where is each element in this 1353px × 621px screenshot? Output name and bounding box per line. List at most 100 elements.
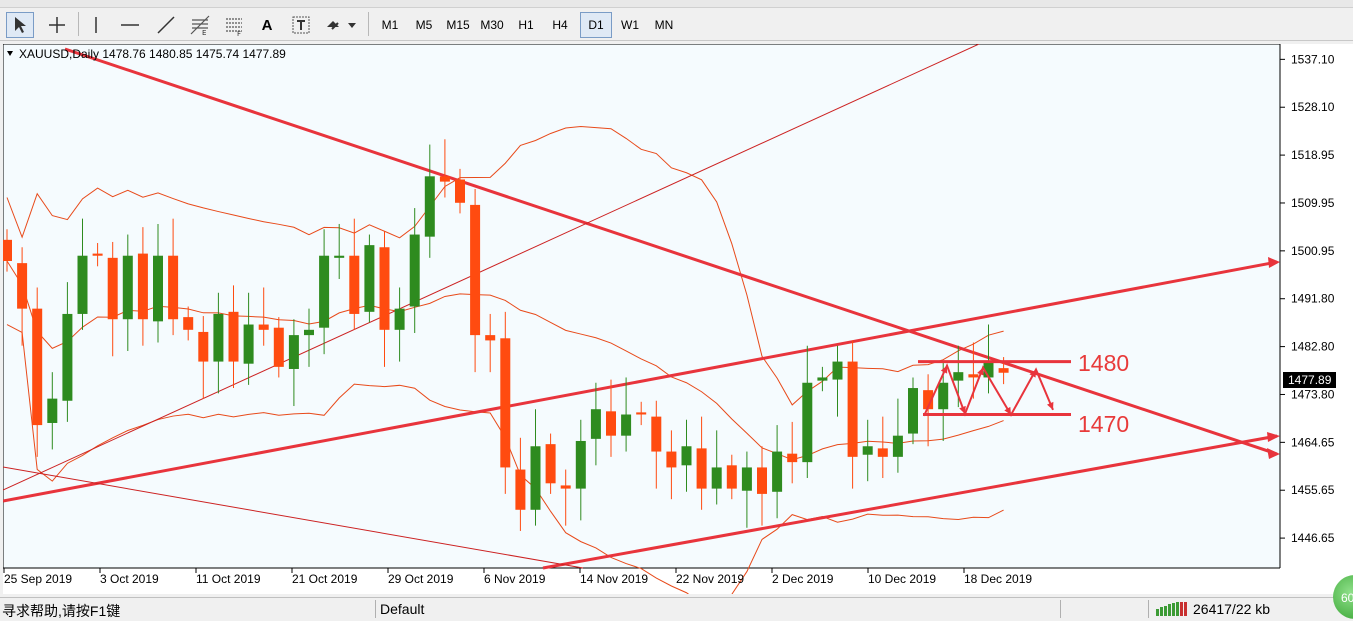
date-tick-label: 14 Nov 2019 [580,572,648,586]
vertical-line-tool-button[interactable] [84,12,108,38]
candle-body [228,311,239,362]
candle-body [621,414,632,436]
candle-body [3,239,12,262]
timeframe-h1-button[interactable]: H1 [510,12,542,38]
timeframe-m5-button[interactable]: M5 [408,12,440,38]
timeframe-m15-button[interactable]: M15 [442,12,474,38]
candle-body [153,255,163,322]
candle-body [802,382,813,463]
candle-body [243,324,254,364]
candle-body [258,324,269,330]
price-tick-label: 1491.80 [1291,292,1335,306]
price-tick-label: 1528.10 [1291,100,1335,114]
price-chart[interactable]: 1537.10 1528.10 1518.95 1509.95 1500.95 1491.… [3,44,1353,594]
price-axis-area [1280,44,1353,594]
candle-body [349,255,360,314]
candle-body [787,453,798,463]
speed-ball-value: 60 [1341,591,1353,605]
candle-body [862,446,873,455]
plot-area [3,44,1281,569]
timeframe-mn-button[interactable]: MN [648,12,680,38]
trendline-tool-button[interactable] [152,12,180,38]
timeframe-m1-button[interactable]: M1 [374,12,406,38]
timeframe-d1-button[interactable]: D1 [580,12,612,38]
candle-body [439,176,450,182]
status-divider [1148,600,1149,618]
text-label-tool-button[interactable] [288,12,314,38]
timeframe-w1-button[interactable]: W1 [614,12,646,38]
candle-body [892,435,903,457]
candle-body [666,451,677,468]
status-profile: Default [380,601,425,617]
candle-body [651,416,662,452]
candle-body [92,253,103,256]
candle-body [636,412,647,415]
timeframe-label: M30 [480,18,504,32]
candle-body [424,176,435,237]
timeframe-m30-button[interactable]: M30 [476,12,508,38]
text-label-icon [292,16,310,34]
timeframe-label: H1 [518,18,534,32]
text-tool-button[interactable]: A [254,12,280,38]
candle-body [62,313,73,401]
candle-body [107,257,118,320]
cursor-tool-button[interactable] [6,12,34,38]
current-price-label: 1477.89 [1288,373,1332,387]
candle-body [877,448,888,457]
candle-body [847,361,858,457]
date-tick-label: 25 Sep 2019 [4,572,72,586]
date-tick-label: 11 Oct 2019 [196,572,261,586]
candle-body [334,255,345,258]
candle-body [17,263,28,309]
candle-body [500,338,511,468]
candle-body [319,255,330,328]
status-divider [375,600,376,618]
candle-body [455,179,465,203]
candle-body [938,382,949,410]
candle-body [681,446,692,466]
arrows-icon [327,21,356,30]
status-traffic: 26417/22 kb [1193,601,1271,617]
price-tick-label: 1518.95 [1291,148,1335,162]
date-tick-label: 10 Dec 2019 [868,572,936,586]
candle-body [304,329,314,336]
svg-text:F: F [237,30,241,36]
date-tick-label: 18 Dec 2019 [964,572,1032,586]
fibonacci-tool-button[interactable]: E [186,12,214,38]
timeframe-label: H4 [552,18,568,32]
candle-body [32,308,43,426]
candle-body [560,485,571,489]
timeframe-label: D1 [588,18,604,32]
horizontal-line-tool-button[interactable] [116,12,144,38]
date-axis-labels: 25 Sep 2019 3 Oct 2019 11 Oct 2019 21 Oct 2… [3,568,1032,586]
status-help-text: 寻求帮助,请按F1键 [2,603,121,619]
arrows-tool-button[interactable] [322,12,360,38]
symbol-info: XAUUSD,Daily 1478.76 1480.85 1475.74 147… [19,47,286,61]
candle-body [530,446,541,510]
candle-body [364,245,375,312]
candle-body [183,317,194,330]
candle-body [772,451,783,492]
cursor-icon [15,17,26,33]
price-tick-label: 1482.80 [1291,340,1335,354]
candle-body [832,361,843,380]
timeframe-label: M15 [446,18,470,32]
status-divider [1060,600,1061,618]
timeframe-label: MN [654,18,674,32]
price-tick-label: 1464.65 [1291,435,1335,449]
ann-1470: 1470 [1078,411,1129,437]
price-tick-label: 1455.65 [1291,483,1335,497]
date-tick-label: 22 Nov 2019 [676,572,744,586]
candle-body [726,465,737,489]
timeframe-h4-button[interactable]: H4 [544,12,576,38]
text-icon: A [261,16,273,34]
crosshair-tool-button[interactable] [42,12,72,38]
candle-body [379,247,390,330]
date-tick-label: 21 Oct 2019 [292,572,358,586]
toolbar-top-strip [0,0,1353,8]
fibonacci-expansion-tool-button[interactable]: F [220,12,248,38]
price-tick-label: 1446.65 [1291,531,1335,545]
candle-body [409,234,420,307]
candle-body [968,374,979,378]
candle-body [741,467,752,491]
